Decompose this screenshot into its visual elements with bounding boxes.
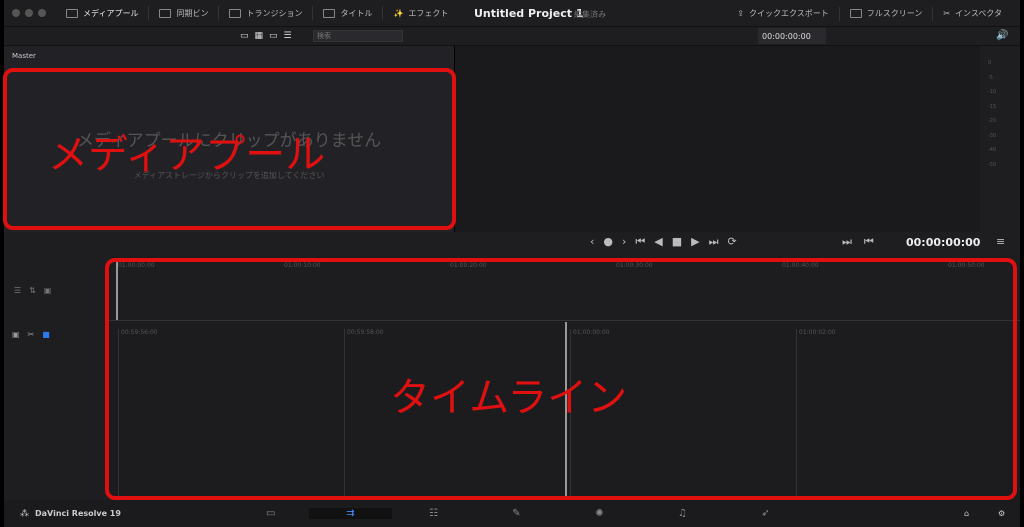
in-out-buttons[interactable]: ⏭⏮ <box>842 235 886 249</box>
audio-meter: 0 -5 -10 -15 -20 -30 -40 -50 <box>980 46 1020 232</box>
meter-label: 0 <box>988 60 992 66</box>
transport-controls[interactable]: ‹●›⏮◀■▶⏭⟳ <box>590 235 746 249</box>
transition-icon <box>229 8 242 18</box>
media-pool-annotation-label: メディアプール <box>48 132 326 178</box>
track-headers: ☰⇅▣ ▣✂■ <box>4 256 108 500</box>
window-controls[interactable] <box>12 9 46 17</box>
timecode-display: 00:00:00:00 <box>906 236 981 249</box>
page-nav-bar: ⁂ DaVinci Resolve 19 ▭ ⇉ ☷ ✎ ✺ ♫ ➶ ⌂ ⚙ <box>4 500 1020 527</box>
meter-label: -20 <box>988 118 997 124</box>
viewer-timecode-field[interactable]: 00:00:00:00 <box>758 28 826 44</box>
timeline-annotation-label: タイムライン <box>390 375 628 421</box>
tab-sync-bin[interactable]: 同期ビン <box>149 6 220 20</box>
export-icon: ⇪ <box>737 9 744 18</box>
fullscreen-icon <box>849 9 862 18</box>
menu-icon[interactable]: ≡ <box>996 235 1005 248</box>
deliver-page-icon[interactable]: ➶ <box>724 508 807 519</box>
search-input[interactable]: 検索 <box>313 30 403 42</box>
sync-bin-icon <box>159 8 172 18</box>
cut-page-icon[interactable]: ⇉ <box>309 508 392 519</box>
media-pool-icon <box>66 8 78 18</box>
top-bar: メディアプール 同期ビン トランジション タイトル ✨ エフェクト Untitle… <box>4 0 1020 27</box>
viewer <box>455 46 980 232</box>
app-name: DaVinci Resolve 19 <box>35 509 121 518</box>
project-title: Untitled Project 1 <box>474 7 584 20</box>
track-tools[interactable]: ☰⇅▣ <box>14 286 59 295</box>
tab-transitions[interactable]: トランジション <box>219 6 314 20</box>
davinci-logo-icon: ⁂ <box>20 508 29 519</box>
meter-label: -50 <box>988 161 997 168</box>
magic-wand-icon: ✨ <box>393 8 404 18</box>
edit-page-icon[interactable]: ☷ <box>392 508 475 519</box>
tab-media-pool[interactable]: メディアプール <box>56 6 150 20</box>
edit-tools[interactable]: ▣✂■ <box>12 330 58 339</box>
view-mode-buttons[interactable]: ▭▦▭☰ <box>240 31 298 41</box>
fullscreen-button[interactable]: フルスクリーン <box>840 6 934 21</box>
inspector-icon: ✂ <box>943 9 951 18</box>
meter-label: -15 <box>988 103 997 110</box>
meter-label: -10 <box>988 89 997 95</box>
tab-titles[interactable]: タイトル <box>313 6 384 20</box>
inspector-button[interactable]: ✂ インスペクタ <box>933 7 1012 21</box>
volume-icon[interactable]: 🔊 <box>996 30 1008 41</box>
meter-label: -30 <box>988 132 997 139</box>
color-page-icon[interactable]: ✺ <box>558 508 641 519</box>
tab-effects[interactable]: ✨ エフェクト <box>383 6 458 20</box>
title-icon <box>323 8 336 18</box>
bin-label: Master <box>12 52 36 60</box>
fairlight-page-icon[interactable]: ♫ <box>641 508 724 519</box>
meter-label: -5 <box>988 74 993 81</box>
fusion-page-icon[interactable]: ✎ <box>475 508 558 519</box>
home-icon[interactable]: ⌂ <box>964 509 969 518</box>
secondary-toolbar <box>4 27 1020 46</box>
quick-export-button[interactable]: ⇪ クイックエクスポート <box>727 6 840 21</box>
settings-icon[interactable]: ⚙ <box>998 509 1005 518</box>
meter-label: -40 <box>988 147 997 153</box>
edit-status: 編集済み <box>574 10 606 19</box>
